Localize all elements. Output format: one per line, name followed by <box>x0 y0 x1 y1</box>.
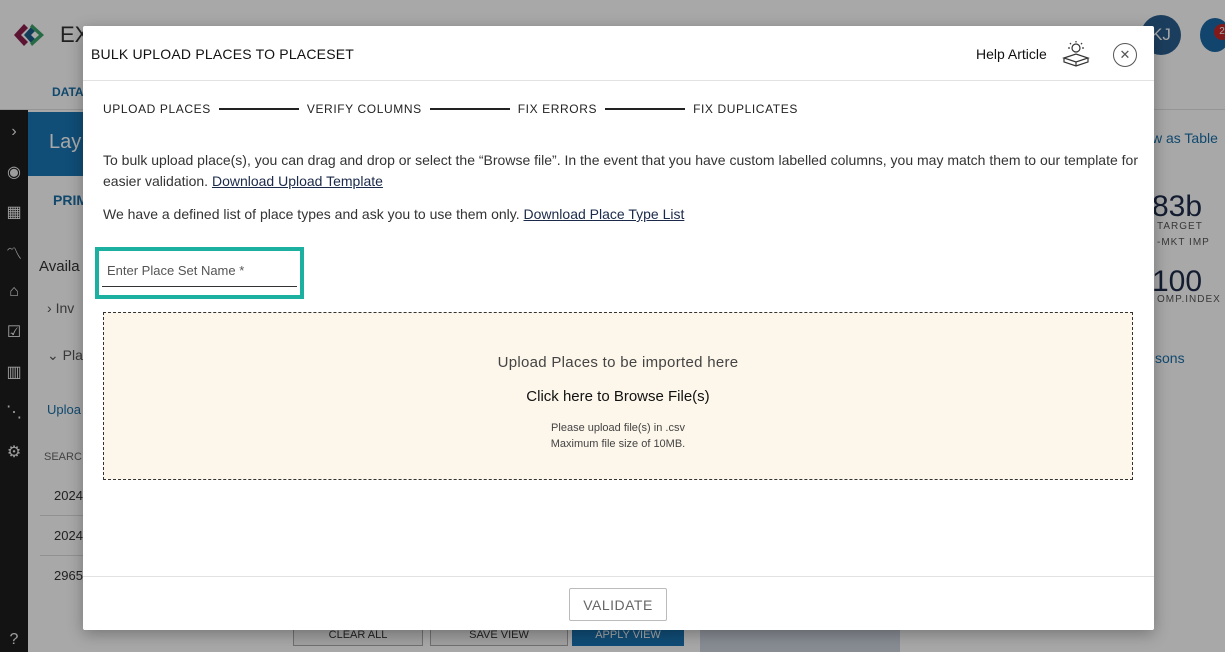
validate-button[interactable]: VALIDATE <box>569 588 667 621</box>
modal-title: BULK UPLOAD PLACES TO PLACESET <box>91 46 355 62</box>
place-types-note: We have a defined list of place types an… <box>103 206 684 222</box>
close-icon[interactable]: ✕ <box>1113 43 1137 67</box>
modal-footer: VALIDATE <box>83 576 1154 630</box>
download-place-types-link[interactable]: Download Place Type List <box>524 206 685 222</box>
file-dropzone[interactable]: Upload Places to be imported here Click … <box>103 312 1133 480</box>
help-article-label[interactable]: Help Article <box>976 46 1047 62</box>
upload-stepper: UPLOAD PLACES VERIFY COLUMNS FIX ERRORS … <box>103 101 798 117</box>
step-connector <box>218 108 299 110</box>
step-fix-duplicates: FIX DUPLICATES <box>693 102 798 116</box>
step-connector <box>429 108 510 110</box>
file-size-hint: Maximum file size of 10MB. <box>550 438 686 450</box>
download-template-link[interactable]: Download Upload Template <box>212 173 383 189</box>
place-types-text: We have a defined list of place types an… <box>103 206 520 222</box>
step-fix-errors: FIX ERRORS <box>517 102 598 116</box>
file-format-hint: Please upload file(s) in .csv <box>551 422 685 434</box>
step-upload-places: UPLOAD PLACES <box>103 102 211 116</box>
bulk-upload-modal: BULK UPLOAD PLACES TO PLACESET Help Arti… <box>83 26 1154 630</box>
upload-instructions: To bulk upload place(s), you can drag an… <box>103 150 1143 192</box>
step-connector <box>605 108 686 110</box>
modal-header: BULK UPLOAD PLACES TO PLACESET Help Arti… <box>83 26 1154 81</box>
dropzone-title: Upload Places to be imported here <box>497 354 739 371</box>
browse-files-button[interactable]: Click here to Browse File(s) <box>104 388 1132 405</box>
place-set-name-input[interactable] <box>102 255 297 287</box>
help-article-icon[interactable] <box>1061 40 1091 68</box>
step-verify-columns: VERIFY COLUMNS <box>306 102 422 116</box>
